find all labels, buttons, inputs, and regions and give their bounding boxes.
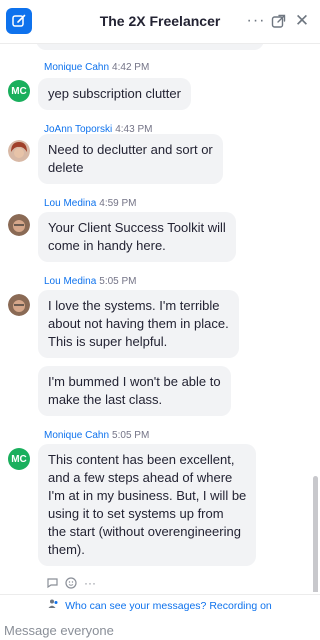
- more-icon[interactable]: ···: [246, 10, 266, 32]
- message-time: 4:42 PM: [112, 62, 150, 73]
- add-reaction-icon[interactable]: [65, 576, 78, 592]
- cut-off-bubble: [36, 44, 264, 50]
- message-meta: Monique Cahn 4:42 PM: [44, 62, 149, 73]
- avatar[interactable]: MC: [8, 80, 30, 102]
- message-actions: ···: [46, 576, 96, 592]
- message-bubble[interactable]: yep subscription clutter: [38, 78, 191, 110]
- message-input[interactable]: [4, 620, 304, 640]
- compose-icon: [12, 14, 26, 27]
- message-bubble[interactable]: Need to declutter and sort or delete: [38, 134, 223, 184]
- close-icon[interactable]: ✕: [292, 10, 312, 32]
- reply-icon[interactable]: [46, 576, 59, 592]
- scrollbar-thumb[interactable]: [313, 476, 318, 592]
- more-icon[interactable]: ···: [84, 576, 96, 592]
- people-icon: [48, 599, 62, 612]
- message-list[interactable]: Monique Cahn 4:42 PM MC yep subscription …: [0, 44, 320, 592]
- avatar[interactable]: MC: [8, 448, 30, 470]
- visibility-notice: Who can see your messages? Recording on: [0, 594, 320, 616]
- message-bubble[interactable]: I'm bummed I won't be able to make the l…: [38, 366, 231, 416]
- recording-status: Recording on: [209, 600, 272, 612]
- popout-icon[interactable]: [268, 10, 288, 32]
- chat-header: The 2X Freelancer ··· ✕: [0, 0, 320, 44]
- message-meta: Lou Medina 5:05 PM: [44, 276, 137, 287]
- message-time: 5:05 PM: [99, 276, 137, 287]
- message-bubble[interactable]: This content has been excellent, and a f…: [38, 444, 257, 566]
- sender-name[interactable]: Monique Cahn: [44, 430, 109, 441]
- who-can-see-link[interactable]: Who can see your messages?: [65, 600, 206, 612]
- message-meta: Monique Cahn 5:05 PM: [44, 430, 149, 441]
- avatar[interactable]: [8, 140, 30, 162]
- compose-button[interactable]: [6, 8, 32, 34]
- avatar[interactable]: [8, 214, 30, 236]
- message-time: 4:59 PM: [99, 198, 137, 209]
- message-bubble[interactable]: I love the systems. I'm terrible about n…: [38, 290, 239, 358]
- sender-name[interactable]: Lou Medina: [44, 198, 96, 209]
- message-bubble[interactable]: Your Client Success Toolkit will come in…: [38, 212, 236, 262]
- sender-name[interactable]: Lou Medina: [44, 276, 96, 287]
- avatar[interactable]: [8, 294, 30, 316]
- sender-name[interactable]: Monique Cahn: [44, 62, 109, 73]
- message-meta: Lou Medina 4:59 PM: [44, 198, 137, 209]
- message-time: 5:05 PM: [112, 430, 150, 441]
